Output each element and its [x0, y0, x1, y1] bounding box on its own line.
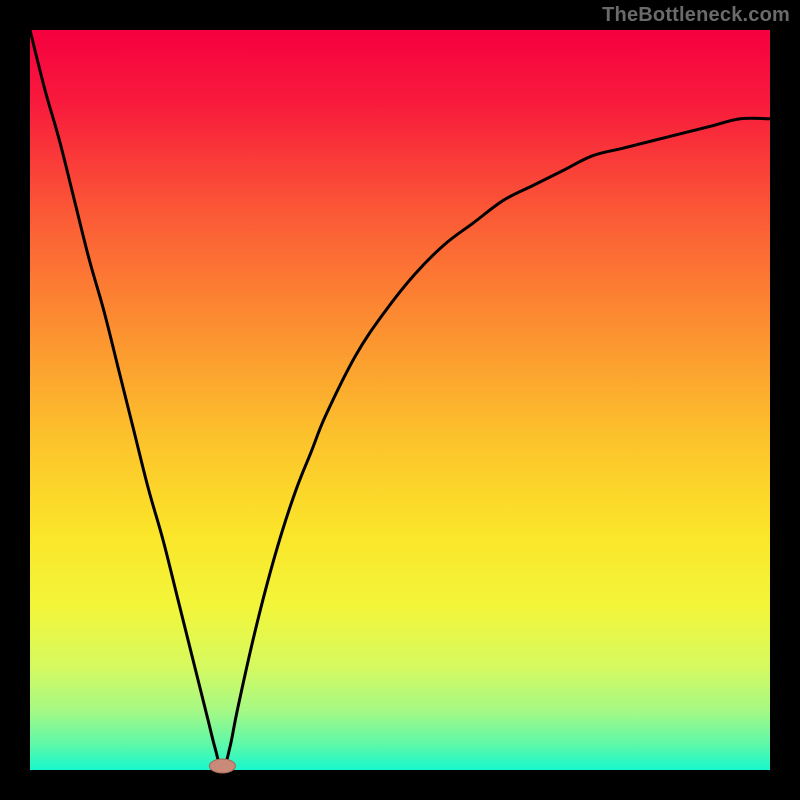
optimum-marker: [209, 759, 235, 773]
chart-frame: TheBottleneck.com: [0, 0, 800, 800]
plot-background: [30, 30, 770, 770]
attribution-label: TheBottleneck.com: [602, 4, 790, 27]
bottleneck-chart: [0, 0, 800, 800]
